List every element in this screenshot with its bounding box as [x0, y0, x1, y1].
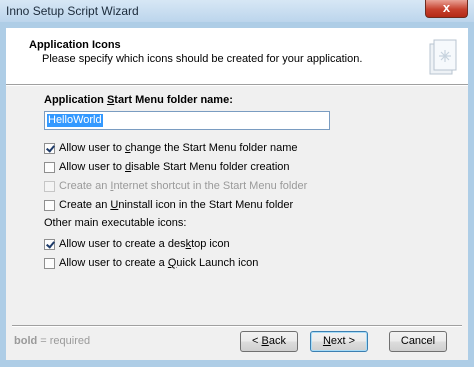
allow-change-folder-checkbox[interactable]	[44, 142, 55, 154]
wizard-icon	[429, 39, 457, 75]
title-bar[interactable]: Inno Setup Script Wizard x	[0, 0, 474, 22]
window-title: Inno Setup Script Wizard	[6, 4, 139, 18]
page-subtitle: Please specify which icons should be cre…	[42, 53, 363, 65]
footer-separator	[12, 325, 462, 327]
internet-shortcut-option: Create an Internet shortcut in the Start…	[44, 178, 307, 194]
allow-change-folder-option[interactable]: Allow user to change the Start Menu fold…	[44, 140, 297, 156]
uninstall-icon-option[interactable]: Create an Uninstall icon in the Start Me…	[44, 197, 293, 213]
allow-disable-folder-option[interactable]: Allow user to disable Start Menu folder …	[44, 159, 290, 175]
quick-launch-checkbox[interactable]	[44, 257, 55, 269]
close-button[interactable]: x	[425, 0, 468, 18]
allow-disable-folder-checkbox[interactable]	[44, 161, 55, 173]
cancel-button[interactable]: Cancel	[389, 331, 447, 352]
folder-name-label: Application Start Menu folder name:	[44, 94, 233, 106]
wizard-window: Inno Setup Script Wizard x Application I…	[0, 0, 474, 367]
desktop-icon-option[interactable]: Allow user to create a desktop icon	[44, 236, 230, 252]
folder-name-value: HelloWorld	[47, 114, 103, 127]
internet-shortcut-checkbox	[44, 180, 55, 192]
desktop-icon-checkbox[interactable]	[44, 238, 55, 250]
uninstall-icon-checkbox[interactable]	[44, 199, 55, 211]
dialog-client: Application Icons Please specify which i…	[6, 28, 468, 360]
page-title: Application Icons	[29, 39, 121, 51]
quick-launch-option[interactable]: Allow user to create a Quick Launch icon	[44, 255, 258, 271]
required-hint: bold = required	[14, 335, 91, 347]
next-button[interactable]: Next >	[310, 331, 368, 352]
back-button[interactable]: < Back	[240, 331, 298, 352]
other-icons-label: Other main executable icons:	[44, 217, 187, 229]
folder-name-input[interactable]: HelloWorld	[44, 111, 330, 130]
wizard-header: Application Icons Please specify which i…	[6, 28, 468, 85]
